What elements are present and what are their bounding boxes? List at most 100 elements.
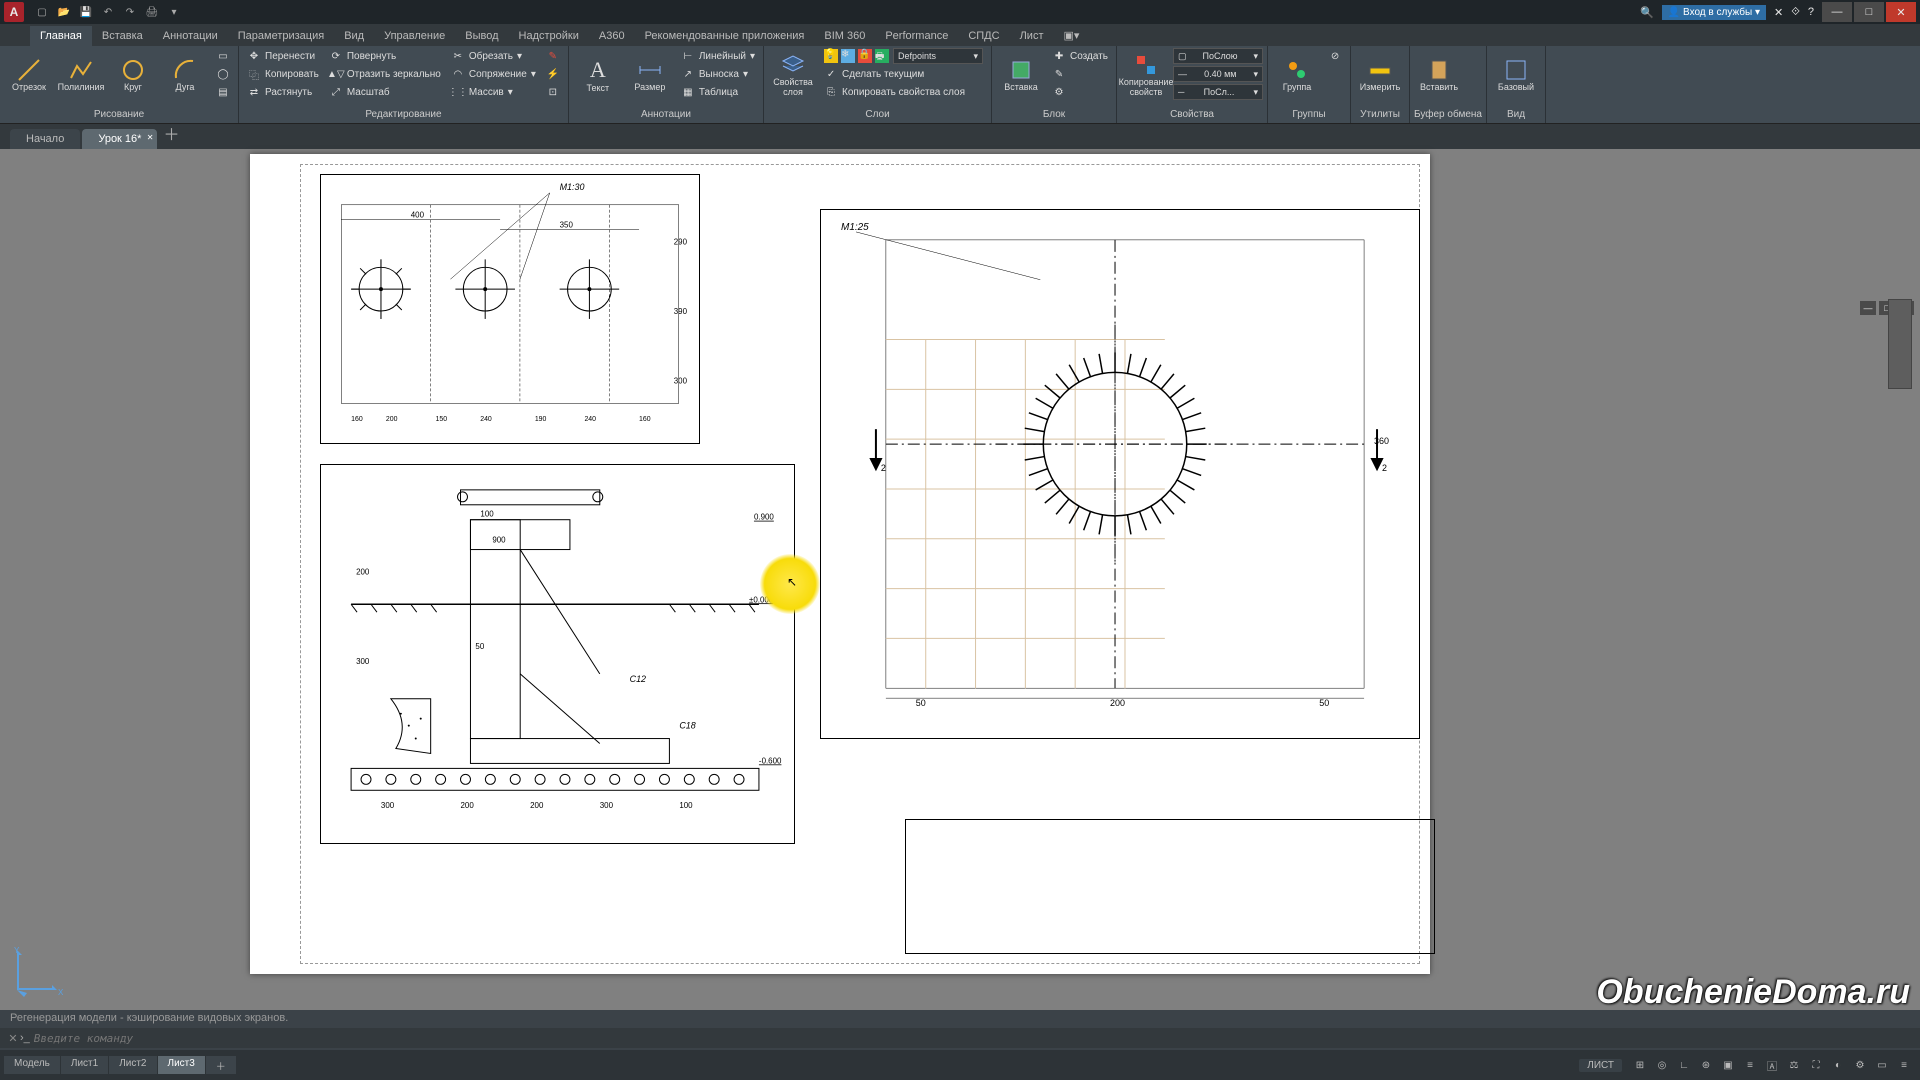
scale-icon[interactable]: ⚖: [1786, 1057, 1802, 1073]
exchange-icon[interactable]: ✕: [1774, 6, 1783, 19]
add-sheet[interactable]: ＋: [206, 1056, 236, 1074]
insert-block-button[interactable]: Вставка: [996, 48, 1046, 102]
viewport-1[interactable]: М1:30 400 350 290 390 300 160 200 150 24…: [320, 174, 700, 444]
osnap-icon[interactable]: ▣: [1720, 1057, 1736, 1073]
copy-button[interactable]: ⿻Копировать: [243, 66, 323, 82]
linear-button[interactable]: ⊢Линейный ▾: [677, 48, 759, 64]
tab-annotations[interactable]: Аннотации: [153, 26, 228, 46]
create-block-button[interactable]: ✚Создать: [1048, 48, 1112, 64]
base-view-button[interactable]: Базовый: [1491, 48, 1541, 102]
tab-a360[interactable]: A360: [589, 26, 635, 46]
customize-icon[interactable]: ≡: [1896, 1057, 1912, 1073]
arc-button[interactable]: Дуга: [160, 48, 210, 102]
panel-props-title[interactable]: Свойства: [1121, 108, 1263, 121]
doc-tab-start[interactable]: Начало: [10, 129, 80, 149]
command-input[interactable]: [34, 1032, 1914, 1045]
rotate-button[interactable]: ⟳Повернуть: [325, 48, 445, 64]
leader-button[interactable]: ↗Выноска ▾: [677, 66, 759, 82]
tab-insert[interactable]: Вставка: [92, 26, 153, 46]
fillet-button[interactable]: ◠Сопряжение ▾: [447, 66, 540, 82]
measure-button[interactable]: Измерить: [1355, 48, 1405, 102]
move-button[interactable]: ✥Перенести: [243, 48, 323, 64]
autodesk-icon[interactable]: ⟐: [1791, 6, 1800, 19]
save-icon[interactable]: 💾: [78, 4, 94, 20]
tab-addins[interactable]: Надстройки: [509, 26, 589, 46]
undo-icon[interactable]: ↶: [100, 4, 116, 20]
panel-util-title[interactable]: Утилиты: [1355, 108, 1405, 121]
tab-model[interactable]: Модель: [4, 1056, 60, 1074]
tab-sheet1[interactable]: Лист1: [61, 1056, 108, 1074]
search-icon[interactable]: 🔍: [1640, 6, 1654, 19]
add-doc-tab[interactable]: ＋: [159, 117, 179, 149]
polar-icon[interactable]: ⊛: [1698, 1057, 1714, 1073]
panel-annot-title[interactable]: Аннотации: [573, 108, 759, 121]
polyline-button[interactable]: Полилиния: [56, 48, 106, 102]
tab-sheet2[interactable]: Лист2: [109, 1056, 156, 1074]
hatch-icon[interactable]: ▤: [212, 84, 234, 100]
group-button[interactable]: Группа: [1272, 48, 1322, 102]
ellipse-icon[interactable]: ◯: [212, 66, 234, 82]
panel-block-title[interactable]: Блок: [996, 108, 1112, 121]
cmd-close-icon[interactable]: ✕: [6, 1032, 20, 1045]
app-logo[interactable]: A: [4, 2, 24, 22]
hardware-icon[interactable]: ⚙: [1852, 1057, 1868, 1073]
line-button[interactable]: Отрезок: [4, 48, 54, 102]
tab-output[interactable]: Вывод: [455, 26, 508, 46]
paper-space[interactable]: М1:30 400 350 290 390 300 160 200 150 24…: [250, 154, 1430, 974]
trim-button[interactable]: ✂Обрезать ▾: [447, 48, 540, 64]
paste-button[interactable]: Вставить: [1414, 48, 1464, 102]
doc-tab-current[interactable]: Урок 16*✕: [82, 129, 157, 149]
tab-view[interactable]: Вид: [334, 26, 374, 46]
tab-spds[interactable]: СПДС: [958, 26, 1009, 46]
isolate-icon[interactable]: ◐: [1830, 1057, 1846, 1073]
tab-featured[interactable]: Рекомендованные приложения: [635, 26, 815, 46]
make-current-button[interactable]: ✓Сделать текущим: [820, 66, 987, 82]
circle-button[interactable]: Круг: [108, 48, 158, 102]
explode-icon[interactable]: ⚡: [542, 66, 564, 82]
lineweight-dropdown[interactable]: — 0.40 мм▾: [1173, 66, 1263, 82]
vp-min-icon[interactable]: —: [1860, 301, 1876, 315]
new-icon[interactable]: ▢: [34, 4, 50, 20]
panel-layers-title[interactable]: Слои: [768, 108, 987, 121]
anno-icon[interactable]: 🄰: [1764, 1057, 1780, 1073]
match-props-button[interactable]: Копирование свойств: [1121, 48, 1171, 102]
maximize-vp-icon[interactable]: ⛶: [1808, 1057, 1824, 1073]
erase-icon[interactable]: ✎: [542, 48, 564, 64]
viewport-3[interactable]: М1:25 2 2 360 50: [820, 209, 1420, 739]
panel-draw-title[interactable]: Рисование: [4, 108, 234, 121]
snap-icon[interactable]: ◎: [1654, 1057, 1670, 1073]
panel-modify-title[interactable]: Редактирование: [243, 108, 564, 121]
grid-icon[interactable]: ⊞: [1632, 1057, 1648, 1073]
signin-button[interactable]: 👤 Вход в службы ▾: [1662, 5, 1766, 20]
linetype-dropdown[interactable]: ─ ПоСл...▾: [1173, 84, 1263, 100]
viewport-4[interactable]: [905, 819, 1435, 954]
tab-manage[interactable]: Управление: [374, 26, 455, 46]
nav-bar[interactable]: [1888, 299, 1912, 389]
ortho-icon[interactable]: ∟: [1676, 1057, 1692, 1073]
color-dropdown[interactable]: ▢ ПоСлою▾: [1173, 48, 1263, 64]
rect-icon[interactable]: ▭: [212, 48, 234, 64]
mirror-button[interactable]: ▲▽Отразить зеркально: [325, 66, 445, 82]
tab-extras[interactable]: ▣▾: [1053, 25, 1089, 46]
edit-block-icon[interactable]: ✎: [1048, 66, 1112, 82]
stretch-button[interactable]: ⇄Растянуть: [243, 84, 323, 100]
print-icon[interactable]: 🖨: [144, 4, 160, 20]
qat-dropdown-icon[interactable]: ▾: [166, 4, 182, 20]
scale-button[interactable]: ⤢Масштаб: [325, 84, 445, 100]
close-button[interactable]: ✕: [1886, 2, 1916, 22]
tab-layout[interactable]: Лист: [1010, 26, 1054, 46]
dimension-button[interactable]: Размер: [625, 48, 675, 102]
text-button[interactable]: AТекст: [573, 48, 623, 102]
tab-performance[interactable]: Performance: [875, 26, 958, 46]
close-icon[interactable]: ✕: [147, 133, 154, 142]
minimize-button[interactable]: —: [1822, 2, 1852, 22]
panel-group-title[interactable]: Группы: [1272, 108, 1346, 121]
copy-layer-props-button[interactable]: ⎘Копировать свойства слоя: [820, 84, 987, 100]
ungroup-icon[interactable]: ⊘: [1324, 48, 1346, 64]
viewport-2[interactable]: 0.900 ±0.000 -0.600 С12 С18 200 300 300 …: [320, 464, 795, 844]
help-icon[interactable]: ?: [1808, 6, 1814, 18]
drawing-canvas[interactable]: — □ ✕ М1:30 400 350 290 390 300: [0, 149, 1920, 1050]
redo-icon[interactable]: ↷: [122, 4, 138, 20]
space-mode[interactable]: ЛИСТ: [1579, 1059, 1622, 1072]
table-button[interactable]: ▦Таблица: [677, 84, 759, 100]
